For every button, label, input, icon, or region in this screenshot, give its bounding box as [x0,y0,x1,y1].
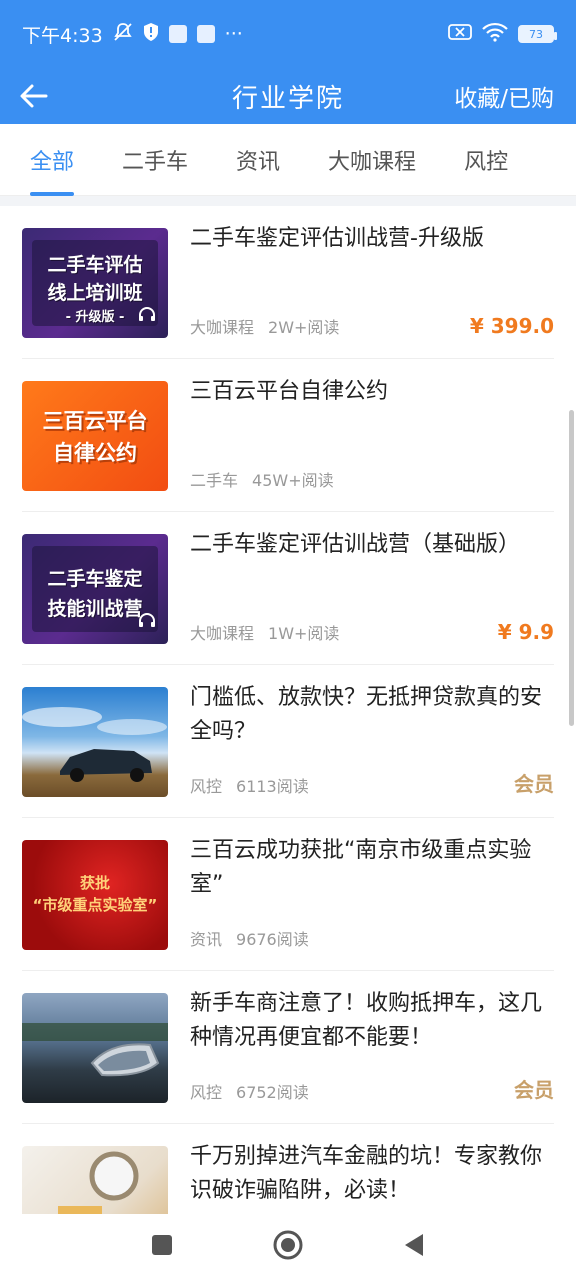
tab-all[interactable]: 全部 [30,124,75,196]
article-content: 三百云平台自律公约 二手车 45W+阅读 [190,379,554,491]
thumbnail-text: 二手车评估 [47,254,143,276]
thumbnail-text: 自律公约 [53,441,137,465]
article-title: 门槛低、放款快？无抵押贷款真的安全吗？ [190,685,543,744]
article-title: 三百云成功获批“南京市级重点实验室” [190,838,532,897]
article-price: ¥ 399.0 [469,314,554,338]
header: 行业学院 收藏/已购 [0,68,576,124]
status-left: 下午4:33 ··· [22,21,243,48]
home-icon[interactable] [273,1230,303,1264]
headphones-icon [138,612,156,632]
notification-icon [196,25,215,43]
member-badge: 会员 [514,1078,554,1102]
scrollbar[interactable] [569,410,574,726]
article-category: 资讯 [190,930,223,949]
article-thumbnail: 获批 “市级重点实验室” [22,840,168,950]
article-reads: 9676阅读 [236,930,309,949]
tab-used-car[interactable]: 二手车 [122,124,188,196]
article-reads: 45W+阅读 [252,471,334,490]
article-item[interactable]: 获批 “市级重点实验室” 三百云成功获批“南京市级重点实验室” 资讯 9676阅… [22,818,554,971]
article-thumbnail: 三百云平台 自律公约 [22,381,168,491]
article-title: 二手车鉴定评估训战营（基础版） [190,532,521,557]
no-sim-icon [448,23,472,45]
article-content: 三百云成功获批“南京市级重点实验室” 资讯 9676阅读 [190,838,554,950]
article-reads: 6113阅读 [236,777,309,796]
article-item[interactable]: 新手车商注意了！收购抵押车，这几种情况再便宜都不能要！ 风控 6752阅读 会员 [22,971,554,1124]
article-item[interactable]: 三百云平台 自律公约 三百云平台自律公约 二手车 45W+阅读 [22,359,554,512]
article-content: 二手车鉴定评估训战营-升级版 大咖课程 2W+阅读 ¥ 399.0 [190,226,554,338]
article-thumbnail: 二手车评估 线上培训班 - 升级版 - [22,228,168,338]
system-nav-bar [0,1214,576,1280]
mirror-photo [22,1023,168,1077]
mute-icon [113,22,133,47]
status-time: 下午4:33 [22,24,103,47]
article-meta: 风控 6113阅读 [190,773,309,797]
article-item[interactable]: 门槛低、放款快？无抵押贷款真的安全吗？ 风控 6113阅读 会员 [22,665,554,818]
article-title: 千万别掉进汽车金融的坑！专家教你识破诈骗陷阱，必读！ [190,1144,543,1203]
thumbnail-text: 三百云平台 [42,409,148,433]
article-thumbnail: 二手车鉴定 技能训战营 [22,534,168,644]
article-item[interactable]: 二手车评估 线上培训班 - 升级版 - 二手车鉴定评估训战营-升级版 大咖课程 … [22,206,554,359]
article-reads: 2W+阅读 [268,318,340,337]
category-tabs: 全部 二手车 资讯 大咖课程 风控 [0,124,576,196]
article-content: 二手车鉴定评估训战营（基础版） 大咖课程 1W+阅读 ¥ 9.9 [190,532,554,644]
article-thumbnail [22,687,168,797]
recent-apps-icon[interactable] [151,1234,173,1260]
car-photo [22,707,167,782]
back-icon[interactable] [403,1233,425,1261]
thumbnail-text: 线上培训班 [47,282,143,304]
member-badge: 会员 [514,772,554,796]
wifi-icon [482,22,508,46]
article-title: 二手车鉴定评估训战营-升级版 [190,226,484,251]
tab-expert-courses[interactable]: 大咖课程 [328,124,416,196]
thumbnail-text: 获批 [79,874,110,892]
article-title: 三百云平台自律公约 [190,379,389,404]
article-reads: 1W+阅读 [268,624,340,643]
shield-icon [143,22,159,47]
more-notifications-icon: ··· [224,23,243,45]
tab-risk-control[interactable]: 风控 [464,124,508,196]
article-reads: 6752阅读 [236,1083,309,1102]
article-category: 大咖课程 [190,318,255,337]
article-item[interactable]: 二手车鉴定 技能训战营 二手车鉴定评估训战营（基础版） 大咖课程 1W+阅读 ¥… [22,512,554,665]
article-category: 大咖课程 [190,624,255,643]
article-meta: 风控 6752阅读 [190,1079,309,1103]
article-thumbnail [22,993,168,1103]
favorites-purchased-link[interactable]: 收藏/已购 [454,79,554,113]
article-category: 风控 [190,777,223,796]
thumbnail-text: 二手车鉴定 [47,568,143,590]
article-content: 门槛低、放款快？无抵押贷款真的安全吗？ 风控 6113阅读 会员 [190,685,554,797]
article-meta: 大咖课程 2W+阅读 [190,314,339,338]
article-category: 风控 [190,1083,223,1102]
thumbnail-text: “市级重点实验室” [32,896,158,914]
status-bar: 下午4:33 ··· 73 [0,0,576,68]
article-meta: 大咖课程 1W+阅读 [190,620,339,644]
article-content: 新手车商注意了！收购抵押车，这几种情况再便宜都不能要！ 风控 6752阅读 会员 [190,991,554,1103]
battery-icon: 73 [518,25,557,43]
article-meta: 二手车 45W+阅读 [190,467,334,491]
article-category: 二手车 [190,471,239,490]
article-meta: 资讯 9676阅读 [190,926,309,950]
status-right: 73 [448,22,557,46]
article-list: 二手车评估 线上培训班 - 升级版 - 二手车鉴定评估训战营-升级版 大咖课程 … [0,206,576,1277]
article-title: 新手车商注意了！收购抵押车，这几种情况再便宜都不能要！ [190,991,543,1050]
notification-icon [168,25,187,43]
tab-news[interactable]: 资讯 [236,124,280,196]
article-price: ¥ 9.9 [497,620,554,644]
headphones-icon [138,306,156,326]
app-screen: 下午4:33 ··· 73 行业学院 收藏/已购 全部 二手车 资讯 大咖课程 … [0,0,576,1280]
divider [0,196,576,206]
